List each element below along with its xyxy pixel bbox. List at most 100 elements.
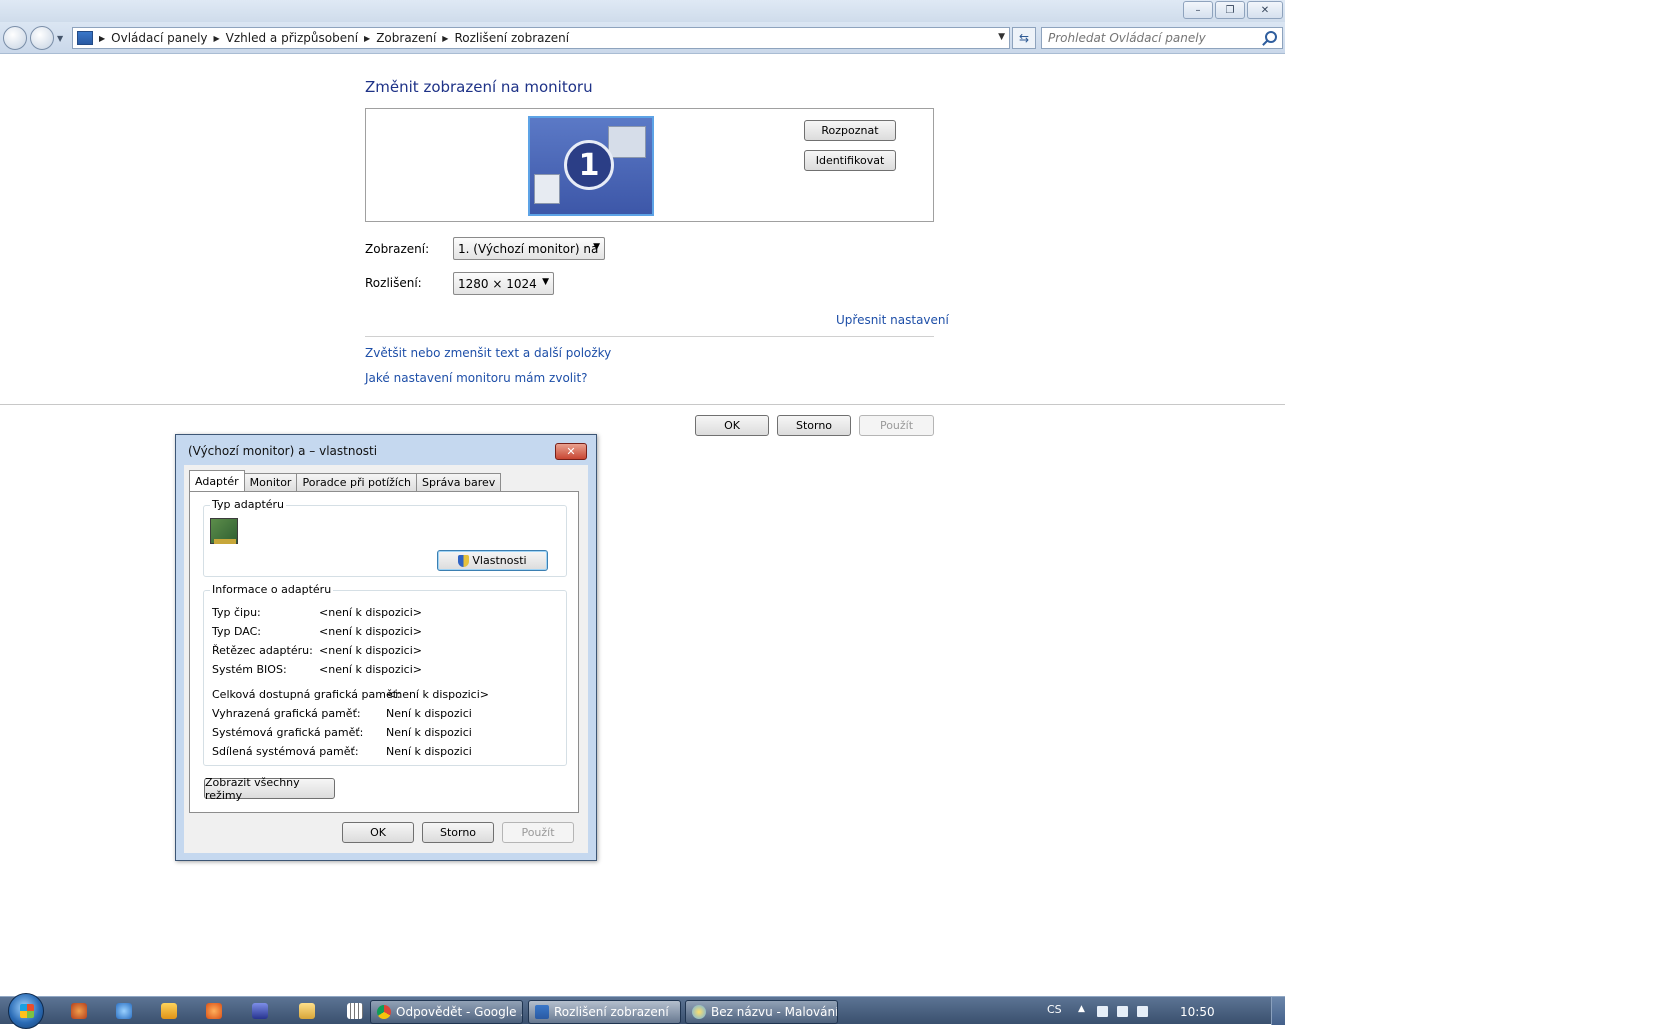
bios-value: <není k dispozici> [319, 663, 422, 676]
adapter-properties-button[interactable]: Vlastnosti [437, 550, 548, 571]
navigation-bar: ▼ ▶ Ovládací panely ▶ Vzhled a přizpůsob… [0, 22, 1285, 54]
dialog-title: (Výchozí monitor) a – vlastnosti [188, 444, 378, 458]
ok-button[interactable]: OK [695, 415, 769, 436]
total-memory-label: Celková dostupná grafická paměť: [212, 688, 401, 701]
taskbar: Odpovědět - Google ... Rozlišení zobraze… [0, 993, 1285, 1029]
save-disk-icon[interactable] [252, 1003, 268, 1019]
dac-type-label: Typ DAC: [212, 625, 261, 638]
show-all-modes-button[interactable]: Zobrazit všechny režimy [204, 776, 335, 802]
forward-button[interactable] [30, 26, 54, 50]
window-thumbnail-icon [608, 126, 646, 158]
folder-icon[interactable] [299, 1003, 315, 1019]
recent-pages-chevron-icon[interactable]: ▼ [57, 34, 63, 43]
network-icon[interactable] [1117, 1006, 1128, 1017]
page-title: Změnit zobrazení na monitoru [365, 78, 593, 96]
window-thumbnail-icon [534, 174, 560, 204]
advanced-settings-link[interactable]: Upřesnit nastavení [836, 313, 949, 327]
shared-memory-value: Není k dispozici [386, 745, 472, 758]
breadcrumb-separator-icon[interactable]: ▶ [99, 34, 105, 43]
resolution-label: Rozlišení: [365, 276, 422, 290]
breadcrumb-separator-icon[interactable]: ▶ [364, 34, 370, 43]
bios-label: Systém BIOS: [212, 663, 287, 676]
monitor-1-tile[interactable]: 1 [528, 116, 654, 216]
tab-troubleshoot[interactable]: Poradce při potížích [296, 473, 417, 491]
app-pinned-icon[interactable] [71, 1003, 87, 1019]
search-box[interactable] [1041, 27, 1283, 49]
task-chrome[interactable]: Odpovědět - Google ... [370, 1000, 523, 1024]
address-bar[interactable]: ▶ Ovládací panely ▶ Vzhled a přizpůsoben… [72, 27, 1010, 49]
system-memory-label: Systémová grafická paměť: [212, 726, 364, 739]
adapter-type-label: Typ adaptéru [210, 498, 287, 511]
chevron-down-icon: ▼ [542, 277, 549, 287]
caption-buttons: – ❐ ✕ [1183, 1, 1283, 19]
task-label: Rozlišení zobrazení [554, 1005, 669, 1019]
breadcrumb-control-panel[interactable]: Ovládací panely [111, 31, 207, 45]
close-button[interactable]: ✕ [1247, 1, 1283, 19]
cancel-button[interactable]: Storno [777, 415, 851, 436]
chevron-down-icon: ▼ [593, 242, 600, 252]
chrome-icon [377, 1005, 391, 1019]
show-hidden-icons-icon[interactable]: ▲ [1078, 1004, 1085, 1014]
text-size-link[interactable]: Zvětšit nebo zmenšit text a další položk… [365, 346, 611, 360]
address-dropdown-icon[interactable]: ▼ [998, 32, 1005, 42]
shared-memory-label: Sdílená systémová paměť: [212, 745, 359, 758]
adapter-properties-dialog: (Výchozí monitor) a – vlastnosti ✕ Adapt… [175, 434, 597, 861]
breadcrumb-screen-resolution[interactable]: Rozlišení zobrazení [454, 31, 569, 45]
display-select[interactable]: 1. (Výchozí monitor) na ▼ [453, 237, 605, 260]
internet-explorer-icon[interactable] [116, 1003, 132, 1019]
media-player-icon[interactable] [161, 1003, 177, 1019]
system-memory-value: Není k dispozici [386, 726, 472, 739]
dedicated-memory-value: Není k dispozici [386, 707, 472, 720]
breadcrumb-display[interactable]: Zobrazení [376, 31, 436, 45]
task-screen-resolution[interactable]: Rozlišení zobrazení [528, 1000, 681, 1024]
detect-button[interactable]: Rozpoznat [804, 120, 896, 141]
dialog-tabs: Adaptér Monitor Poradce při potížích Spr… [189, 470, 502, 491]
breadcrumb-appearance[interactable]: Vzhled a přizpůsobení [226, 31, 358, 45]
calculator-icon[interactable] [347, 1003, 363, 1019]
control-panel-window: – ❐ ✕ ▼ ▶ Ovládací panely ▶ Vzhled a při… [0, 0, 1285, 996]
display-label: Zobrazení: [365, 242, 430, 256]
breadcrumb-separator-icon[interactable]: ▶ [442, 34, 448, 43]
paint-icon [692, 1005, 706, 1019]
search-icon[interactable] [1265, 31, 1277, 43]
refresh-button[interactable]: ⇆ [1012, 27, 1036, 49]
identify-button[interactable]: Identifikovat [804, 150, 896, 171]
resolution-select[interactable]: 1280 × 1024 ▼ [453, 272, 554, 295]
action-center-flag-icon[interactable] [1137, 1006, 1148, 1017]
show-desktop-button[interactable] [1271, 997, 1285, 1025]
adapter-string-label: Řetězec adaptéru: [212, 644, 313, 657]
restore-button[interactable]: ❐ [1215, 1, 1245, 19]
firefox-icon[interactable] [206, 1003, 222, 1019]
tab-color-management[interactable]: Správa barev [416, 473, 502, 491]
dialog-ok-button[interactable]: OK [342, 822, 414, 843]
monitor-help-link[interactable]: Jaké nastavení monitoru mám zvolit? [365, 371, 588, 385]
language-indicator[interactable]: CS [1047, 1003, 1062, 1016]
uac-shield-icon [458, 554, 470, 567]
dialog-apply-button[interactable]: Použít [502, 822, 574, 843]
task-paint[interactable]: Bez názvu - Malování [685, 1000, 838, 1024]
adapter-tab-panel: Typ adaptéru Vlastnosti Informace o adap… [189, 491, 579, 813]
title-bar: – ❐ ✕ [0, 0, 1285, 22]
adapter-info-group: Informace o adaptéru Typ čipu: <není k d… [203, 583, 567, 766]
adapter-type-group: Typ adaptéru Vlastnosti [203, 498, 567, 577]
adapter-properties-label: Vlastnosti [472, 554, 527, 567]
divider [365, 336, 934, 337]
graphics-card-icon [210, 518, 238, 544]
apply-button[interactable]: Použít [859, 415, 934, 436]
dialog-close-button[interactable]: ✕ [555, 443, 587, 460]
back-button[interactable] [3, 26, 27, 50]
tab-adapter[interactable]: Adaptér [189, 470, 245, 491]
breadcrumb-separator-icon[interactable]: ▶ [214, 34, 220, 43]
volume-icon[interactable] [1097, 1006, 1108, 1017]
minimize-button[interactable]: – [1183, 1, 1213, 19]
resolution-select-value: 1280 × 1024 [458, 276, 537, 291]
dialog-cancel-button[interactable]: Storno [422, 822, 494, 843]
adapter-string-value: <není k dispozici> [319, 644, 422, 657]
chip-type-value: <není k dispozici> [319, 606, 422, 619]
total-memory-value: <není k dispozici> [386, 688, 489, 701]
tab-monitor[interactable]: Monitor [243, 473, 298, 491]
search-input[interactable] [1042, 28, 1252, 48]
chip-type-label: Typ čipu: [212, 606, 261, 619]
monitor-number: 1 [564, 140, 614, 190]
clock[interactable]: 10:50 [1180, 1005, 1215, 1019]
